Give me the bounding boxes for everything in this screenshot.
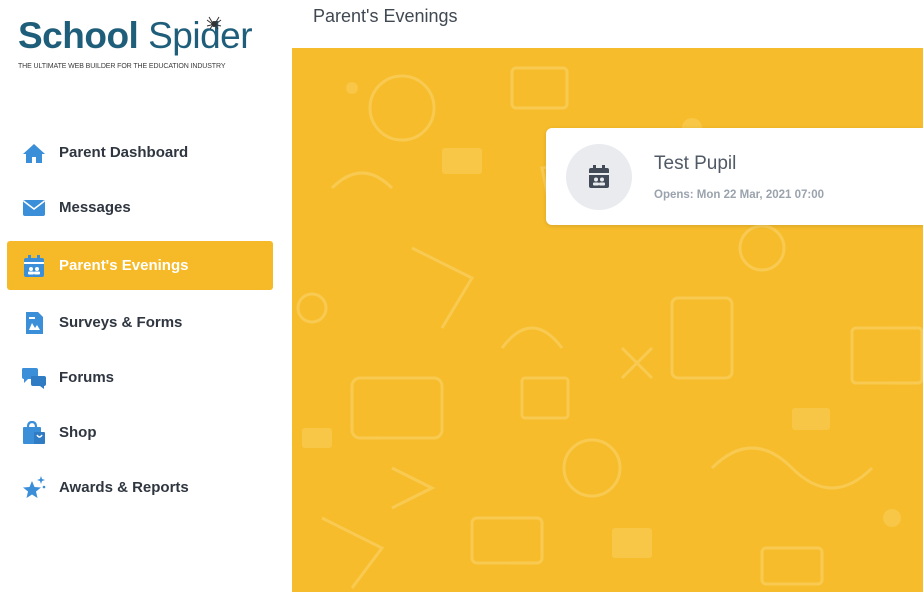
spider-icon <box>206 16 222 30</box>
page-title: Parent's Evenings <box>313 6 458 26</box>
logo-tagline: THE ULTIMATE WEB BUILDER FOR THE EDUCATI… <box>18 63 226 70</box>
envelope-icon <box>21 195 47 221</box>
pupil-card[interactable]: Test Pupil Opens: Mon 22 Mar, 2021 07:00 <box>546 128 923 225</box>
home-icon <box>21 140 47 166</box>
sidebar-item-label: Parent's Evenings <box>59 257 189 274</box>
sidebar-item-label: Surveys & Forms <box>59 314 183 331</box>
sidebar-item-label: Awards & Reports <box>59 479 189 496</box>
form-icon <box>21 310 47 336</box>
sidebar-item-parent-dashboard[interactable]: Parent Dashboard <box>7 128 273 177</box>
sidebar-item-label: Messages <box>59 199 131 216</box>
main-panel: Test Pupil Opens: Mon 22 Mar, 2021 07:00 <box>292 48 923 592</box>
logo-title-bold: School <box>18 15 139 56</box>
chat-bubbles-icon <box>21 365 47 391</box>
sidebar-item-surveys-forms[interactable]: Surveys & Forms <box>7 298 273 347</box>
shopping-bag-icon <box>21 420 47 446</box>
sidebar-item-label: Parent Dashboard <box>59 144 189 161</box>
sidebar-item-label: Forums <box>59 369 115 386</box>
sidebar-item-forums[interactable]: Forums <box>7 353 273 402</box>
sidebar-item-messages[interactable]: Messages <box>7 183 273 232</box>
sidebar-item-shop[interactable]: Shop <box>7 408 273 457</box>
school-spider-logo[interactable]: School Spider THE ULTIMATE WEB BUILDER F… <box>18 12 253 70</box>
pupil-name: Test Pupil <box>654 153 737 174</box>
logo-title-light: Spider <box>148 15 253 56</box>
sidebar-item-awards-reports[interactable]: Awards & Reports <box>7 463 273 512</box>
sparkle-star-icon <box>21 475 47 501</box>
calendar-icon <box>21 253 47 279</box>
sidebar-item-label: Shop <box>59 424 97 441</box>
sidebar: School Spider THE ULTIMATE WEB BUILDER F… <box>0 0 280 592</box>
calendar-user-icon <box>566 144 632 210</box>
sidebar-item-parents-evenings[interactable]: Parent's Evenings <box>7 241 273 290</box>
opens-date: Opens: Mon 22 Mar, 2021 07:00 <box>654 189 825 201</box>
